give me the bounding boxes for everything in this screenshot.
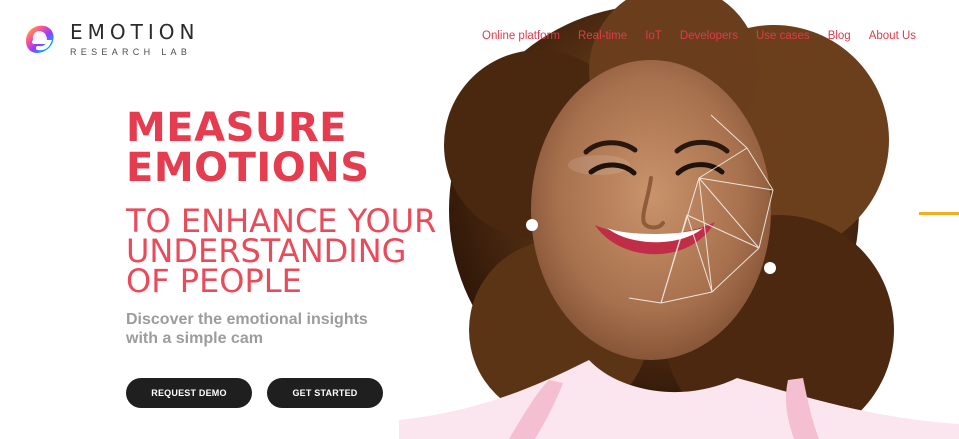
decorative-accent-line xyxy=(919,212,959,215)
logo-text: EMOTION RESEARCH LAB xyxy=(70,22,199,57)
get-started-button[interactable]: GET STARTED xyxy=(267,378,383,408)
nav-item-use-cases[interactable]: Use cases xyxy=(756,30,810,42)
brand-title: EMOTION xyxy=(70,19,200,44)
nav-item-iot[interactable]: IoT xyxy=(645,30,662,42)
headline-line-2: EMOTIONS xyxy=(126,145,370,191)
logo[interactable]: EMOTION RESEARCH LAB xyxy=(18,18,199,60)
headline-line-1: MEASURE xyxy=(126,105,347,151)
subheadline-line-3: OF PEOPLE xyxy=(126,262,302,300)
top-navigation: Online platform Real-time IoT Developers… xyxy=(482,30,916,42)
hero-content: MEASURE EMOTIONS TO ENHANCE YOUR UNDERST… xyxy=(126,108,516,408)
nav-item-blog[interactable]: Blog xyxy=(828,30,851,42)
description-line-1: Discover the emotional insights xyxy=(126,311,368,328)
nav-item-real-time[interactable]: Real-time xyxy=(578,30,627,42)
emotion-research-lab-logo-icon xyxy=(18,18,60,60)
brand-subtitle: RESEARCH LAB xyxy=(70,46,192,57)
request-demo-button[interactable]: REQUEST DEMO xyxy=(126,378,252,408)
header: EMOTION RESEARCH LAB Online platform Rea… xyxy=(0,0,959,70)
nav-item-about-us[interactable]: About Us xyxy=(869,30,916,42)
hero-buttons: REQUEST DEMO GET STARTED xyxy=(126,378,516,408)
nav-item-online-platform[interactable]: Online platform xyxy=(482,30,560,42)
description-line-2: with a simple cam xyxy=(126,330,263,347)
page: EMOTION RESEARCH LAB Online platform Rea… xyxy=(0,0,959,439)
nav-item-developers[interactable]: Developers xyxy=(680,30,738,42)
